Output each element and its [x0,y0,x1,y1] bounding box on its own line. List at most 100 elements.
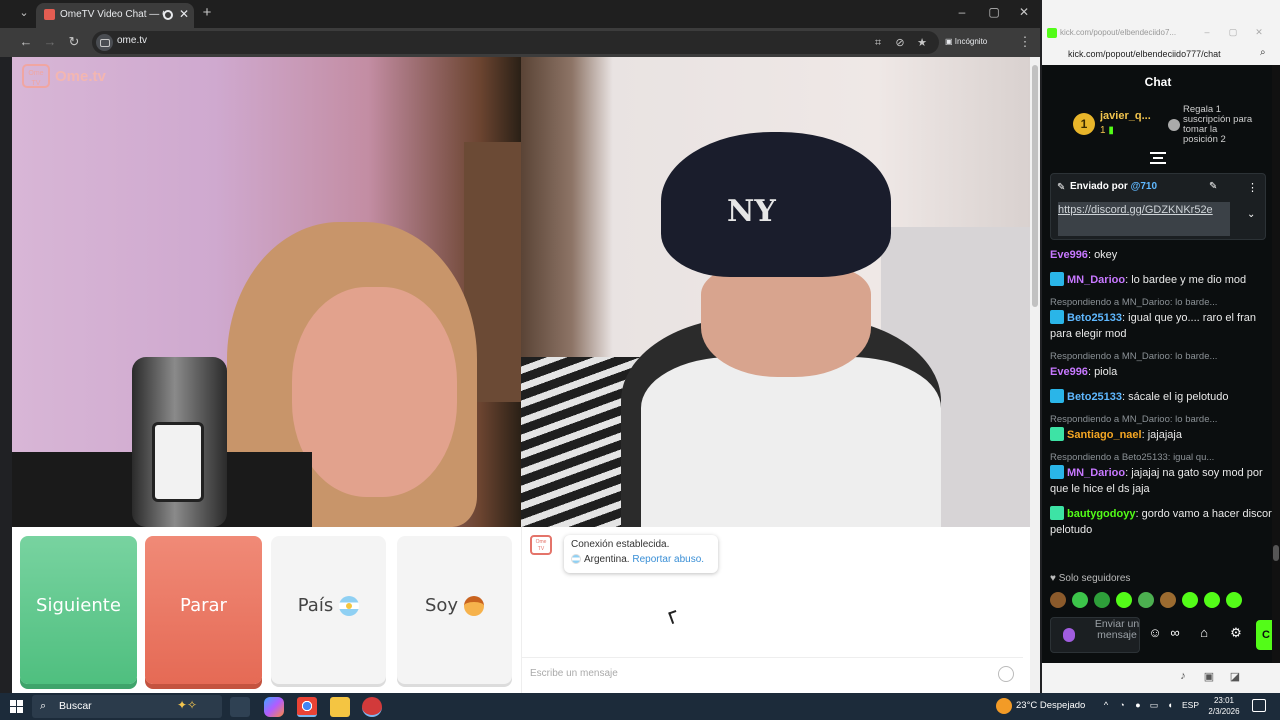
emote[interactable] [1094,592,1110,608]
chat-username[interactable]: Eve996 [1050,366,1088,378]
linked-icon[interactable]: ∞ [1166,625,1184,643]
weather-icon[interactable] [996,698,1012,714]
microphone-icon[interactable] [1063,628,1075,642]
emote-picker-icon[interactable]: ☺ [1146,625,1164,643]
chat-username[interactable]: Santiago_nael [1067,429,1142,441]
zoom-icon[interactable]: ⌕ [1260,47,1272,59]
incognito-label: Incógnito [954,37,988,46]
minimize-icon[interactable]: – [1200,27,1214,39]
country-button[interactable]: País [271,536,386,684]
pinned-link[interactable]: https://discord.gg/GDZKNKr52e [1058,202,1230,236]
address-bar[interactable]: ome.tv ⌗ ⊘ ★ [92,31,939,54]
maximize-icon[interactable]: ▢ [984,5,1004,21]
gift-prompt[interactable]: Regala 1 suscripción para tomar la posic… [1183,105,1253,147]
browser-menu-icon[interactable]: ⋮ [1018,34,1032,50]
reply-context[interactable]: Respondiendo a MN_Darioo: lo barde... [1050,351,1272,363]
kick-favicon-icon [1047,28,1057,38]
url-text[interactable]: ome.tv [117,35,317,50]
volume-icon[interactable]: ◖ [1164,700,1176,712]
weather-text[interactable]: 23°C Despejado [1016,700,1096,714]
incognito-indicator[interactable]: ▣ Incógnito [945,33,1009,51]
notifications-icon[interactable] [1252,699,1266,712]
scrollbar-thumb[interactable] [1273,545,1279,561]
filter-icon[interactable] [1150,152,1166,164]
copilot-icon[interactable] [264,697,284,717]
eye-off-icon[interactable]: ⊘ [893,36,907,50]
emote[interactable] [1072,592,1088,608]
stop-button[interactable]: Parar [145,536,262,684]
more-icon[interactable]: ⋮ [1247,181,1258,194]
reply-context[interactable]: Respondiendo a Beto25133: igual qu... [1050,452,1272,464]
emote[interactable] [1050,592,1066,608]
chat-username[interactable]: MN_Darioo [1067,274,1125,286]
message-placeholder[interactable]: Escribe un mensaje [530,668,830,682]
close-tab-icon[interactable]: ✕ [178,7,190,21]
obs-icon[interactable] [362,697,382,717]
kick-chat-panel: Chat 1 javier_q... 1 ▮ Regala 1 suscripc… [1042,65,1280,663]
top-gifter-name[interactable]: javier_q... [1100,110,1162,124]
search-placeholder[interactable]: Buscar [59,700,139,714]
star-icon[interactable]: ★ [915,36,929,50]
reply-context[interactable]: Respondiendo a MN_Darioo: lo barde... [1050,414,1272,426]
kick-url[interactable]: kick.com/popout/elbendeciido777/chat [1068,49,1258,61]
chat-title: Chat [1144,75,1172,89]
controls-bar: Siguiente Parar País Soy Ome TV Conexión … [12,527,1030,693]
unpin-icon[interactable]: ✎ [1209,181,1219,193]
tab-search-chevron-icon[interactable]: ⌄ [14,6,34,22]
emote[interactable] [1138,592,1154,608]
mic-icon[interactable]: ♪ [1176,670,1190,684]
maximize-icon[interactable]: ▢ [1226,27,1240,39]
forward-icon[interactable]: → [42,34,58,50]
clock[interactable]: 23:01 2/3/2026 [1204,695,1244,717]
reply-context[interactable]: Respondiendo a MN_Darioo: lo barde... [1050,297,1272,309]
close-window-icon[interactable]: ✕ [1014,5,1034,21]
emoji-icon[interactable] [998,666,1014,682]
gender-button[interactable]: Soy [397,536,512,684]
emote[interactable] [1160,592,1176,608]
back-icon[interactable]: ← [18,34,34,50]
tab-ometv[interactable]: OmeTV Video Chat — Ome ✕ [36,3,194,28]
translate-icon[interactable]: ⌗ [871,36,885,50]
mic-tray-icon[interactable]: ● [1132,700,1144,712]
scrollbar-thumb[interactable] [1032,65,1038,307]
sticker-icon[interactable]: ◪ [1228,670,1242,684]
windows-start-icon[interactable] [10,700,23,713]
chat-input-placeholder[interactable]: Enviar un mensaje [1093,619,1141,653]
emote[interactable] [1182,592,1198,608]
store-icon[interactable]: ⌂ [1195,625,1213,643]
thermos [132,357,227,527]
file-explorer-icon[interactable] [330,697,350,717]
message-input[interactable]: Escribe un mensaje [522,657,1023,693]
emote[interactable] [1204,592,1220,608]
kick-scrollbar[interactable] [1272,65,1280,663]
pinned-user[interactable]: @710 [1131,181,1157,192]
next-button[interactable]: Siguiente [20,536,137,684]
image-icon[interactable]: ▣ [1202,670,1216,684]
chevron-down-icon[interactable]: ⌄ [1247,209,1259,221]
emote[interactable] [1116,592,1132,608]
page-scrollbar[interactable] [1030,57,1040,693]
taskbar-search[interactable]: ⌕ Buscar ✦✧ [32,695,222,718]
close-window-icon[interactable]: ✕ [1252,27,1266,39]
task-view-icon[interactable] [230,697,250,717]
site-info-icon[interactable] [96,34,113,51]
chat-username[interactable]: Beto25133 [1067,312,1122,324]
chat-username[interactable]: Eve996 [1050,249,1088,261]
chevron-up-icon[interactable]: ^ [1100,700,1112,712]
network-icon[interactable]: ◔ [1116,700,1128,712]
chrome-icon[interactable] [297,697,317,717]
report-abuse-link[interactable]: Reportar abuso. [632,554,704,565]
ometv-logo[interactable]: Ome TV Ome.tv [22,64,122,92]
new-tab-button[interactable]: + [199,4,215,22]
chat-username[interactable]: MN_Darioo [1067,467,1125,479]
emote[interactable] [1226,592,1242,608]
incognito-icon: ▣ [945,37,955,46]
minimize-icon[interactable]: – [952,5,972,21]
settings-gear-icon[interactable]: ⚙ [1227,625,1245,643]
chat-input[interactable]: Enviar un mensaje [1050,617,1140,653]
chat-username[interactable]: bautygodoyy [1067,508,1135,520]
display-icon[interactable]: ▭ [1148,700,1160,712]
reload-icon[interactable]: ↻ [66,34,82,50]
chat-username[interactable]: Beto25133 [1067,391,1122,403]
language-indicator[interactable]: ESP [1182,700,1202,712]
